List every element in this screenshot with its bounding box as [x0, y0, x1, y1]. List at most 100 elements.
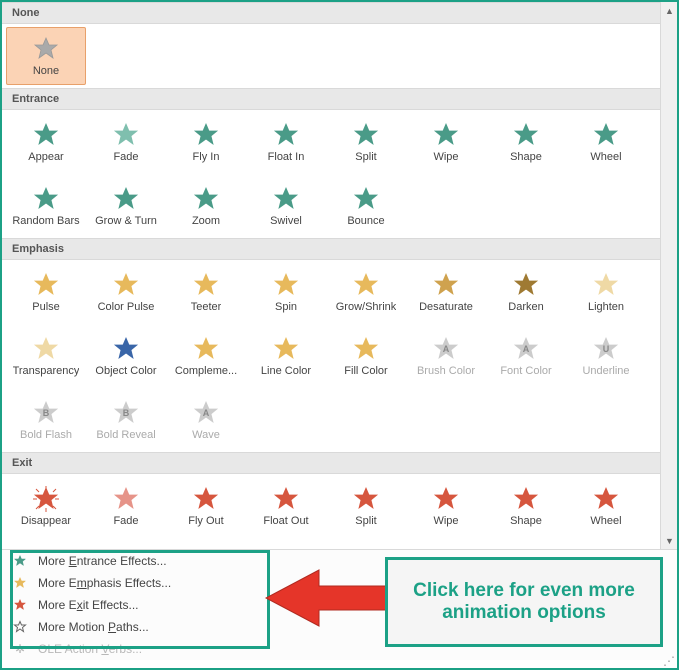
anim-exit-fade[interactable]: Fade: [86, 477, 166, 535]
annotation-hint: Click here for even more animation optio…: [385, 557, 663, 647]
anim-exit-wheel[interactable]: Wheel: [566, 477, 646, 535]
star-icon: [32, 121, 60, 149]
star-icon: [12, 553, 28, 569]
anim-entrance-wheel[interactable]: Wheel: [566, 113, 646, 171]
star-icon: [512, 485, 540, 513]
star-icon: [512, 271, 540, 299]
star-icon: [592, 485, 620, 513]
anim-entrance-shape[interactable]: Shape: [486, 113, 566, 171]
svg-text:A: A: [443, 344, 450, 354]
scroll-up-button[interactable]: ▲: [661, 2, 677, 19]
star-icon: [592, 271, 620, 299]
star-icon: [272, 335, 300, 363]
section-header-none: None: [2, 2, 660, 24]
anim-emphasis-grow-shrink[interactable]: Grow/Shrink: [326, 263, 406, 321]
star-icon: [32, 485, 60, 513]
star-icon: [112, 335, 140, 363]
star-icon: [32, 185, 60, 213]
star-icon: [592, 121, 620, 149]
star-icon: [432, 485, 460, 513]
anim-entrance-split[interactable]: Split: [326, 113, 406, 171]
anim-exit-disappear[interactable]: Disappear: [6, 477, 86, 535]
star-icon: [432, 271, 460, 299]
star-icon: B: [112, 399, 140, 427]
svg-text:B: B: [43, 408, 50, 418]
anim-emphasis-pulse[interactable]: Pulse: [6, 263, 86, 321]
anim-emphasis-underline[interactable]: UUnderline: [566, 327, 646, 385]
anim-exit-random-bars[interactable]: Random Bars: [6, 541, 86, 549]
star-icon: [272, 185, 300, 213]
gear-icon: ✲: [12, 641, 28, 657]
anim-exit-fly-out[interactable]: Fly Out: [166, 477, 246, 535]
svg-text:A: A: [203, 408, 210, 418]
star-icon: [32, 271, 60, 299]
section-header-entrance: Entrance: [2, 88, 660, 110]
anim-exit-shape[interactable]: Shape: [486, 477, 566, 535]
anim-emphasis-teeter[interactable]: Teeter: [166, 263, 246, 321]
anim-none-none[interactable]: None: [6, 27, 86, 85]
anim-emphasis-wave[interactable]: AWave: [166, 391, 246, 449]
anim-exit-zoom[interactable]: Zoom: [166, 541, 246, 549]
scroll-down-button[interactable]: ▼: [661, 532, 677, 549]
anim-emphasis-brush-color[interactable]: ABrush Color: [406, 327, 486, 385]
anim-emphasis-bold-reveal[interactable]: BBold Reveal: [86, 391, 166, 449]
star-icon: [352, 335, 380, 363]
star-icon: [352, 271, 380, 299]
anim-emphasis-color-pulse[interactable]: Color Pulse: [86, 263, 166, 321]
anim-entrance-appear[interactable]: Appear: [6, 113, 86, 171]
anim-entrance-fade[interactable]: Fade: [86, 113, 166, 171]
scrollbar[interactable]: ▲ ▼: [660, 2, 677, 549]
anim-emphasis-darken[interactable]: Darken: [486, 263, 566, 321]
anim-exit-split[interactable]: Split: [326, 477, 406, 535]
star-icon: [12, 619, 28, 635]
anim-exit-wipe[interactable]: Wipe: [406, 477, 486, 535]
star-icon: U: [592, 335, 620, 363]
anim-exit-float-out[interactable]: Float Out: [246, 477, 326, 535]
star-icon: B: [32, 399, 60, 427]
anim-emphasis-transparency[interactable]: Transparency: [6, 327, 86, 385]
svg-text:A: A: [523, 344, 530, 354]
anim-emphasis-line-color[interactable]: Line Color: [246, 327, 326, 385]
star-icon: [112, 185, 140, 213]
anim-exit-bounce[interactable]: Bounce: [326, 541, 406, 549]
anim-emphasis-desaturate[interactable]: Desaturate: [406, 263, 486, 321]
anim-entrance-zoom[interactable]: Zoom: [166, 177, 246, 235]
anim-entrance-wipe[interactable]: Wipe: [406, 113, 486, 171]
anim-emphasis-bold-flash[interactable]: BBold Flash: [6, 391, 86, 449]
anim-entrance-random-bars[interactable]: Random Bars: [6, 177, 86, 235]
star-icon: [112, 271, 140, 299]
anim-entrance-fly-in[interactable]: Fly In: [166, 113, 246, 171]
anim-entrance-bounce[interactable]: Bounce: [326, 177, 406, 235]
star-icon: [192, 335, 220, 363]
anim-emphasis-compleme-[interactable]: Compleme...: [166, 327, 246, 385]
anim-exit-swivel[interactable]: Swivel: [246, 541, 326, 549]
star-icon: [192, 121, 220, 149]
star-icon: [432, 121, 460, 149]
star-icon: [192, 185, 220, 213]
star-icon: [32, 35, 60, 63]
anim-exit-shrink-tu-[interactable]: Shrink & Tu...: [86, 541, 166, 549]
animation-gallery-dropdown: NoneNoneEntranceAppearFadeFly InFloat In…: [0, 0, 679, 670]
star-icon: [12, 597, 28, 613]
star-icon: A: [192, 399, 220, 427]
star-icon: [352, 185, 380, 213]
star-icon: [272, 485, 300, 513]
anim-entrance-float-in[interactable]: Float In: [246, 113, 326, 171]
anim-emphasis-spin[interactable]: Spin: [246, 263, 326, 321]
star-icon: [512, 121, 540, 149]
anim-emphasis-fill-color[interactable]: Fill Color: [326, 327, 406, 385]
resize-grip[interactable]: ⋰: [663, 654, 675, 666]
anim-entrance-grow-turn[interactable]: Grow & Turn: [86, 177, 166, 235]
star-icon: A: [512, 335, 540, 363]
anim-emphasis-font-color[interactable]: AFont Color: [486, 327, 566, 385]
star-icon: [192, 271, 220, 299]
svg-text:U: U: [603, 344, 610, 354]
star-icon: [12, 575, 28, 591]
star-icon: [112, 121, 140, 149]
anim-emphasis-lighten[interactable]: Lighten: [566, 263, 646, 321]
svg-text:B: B: [123, 408, 130, 418]
star-icon: [352, 485, 380, 513]
anim-emphasis-object-color[interactable]: Object Color: [86, 327, 166, 385]
anim-entrance-swivel[interactable]: Swivel: [246, 177, 326, 235]
star-icon: A: [432, 335, 460, 363]
